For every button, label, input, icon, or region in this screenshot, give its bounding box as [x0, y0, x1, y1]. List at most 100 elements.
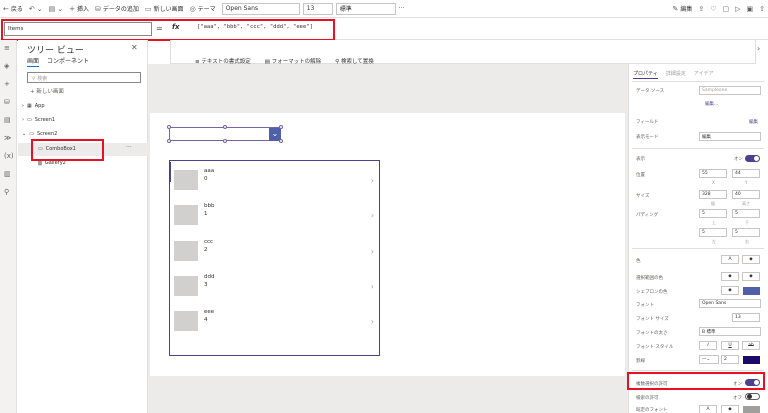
property-select[interactable]: Items [4, 22, 152, 36]
gallery-item[interactable]: ccc 2 › [174, 239, 378, 269]
padding-right-input[interactable]: 5 [732, 228, 760, 237]
chevron-font-color-button[interactable]: ◆ [721, 286, 739, 295]
search-icon[interactable]: ⚲ [4, 188, 9, 196]
publish-button[interactable]: ⇧ [756, 5, 768, 13]
preview-button[interactable]: ▷ [732, 5, 743, 13]
share-button[interactable]: ⇪ [695, 5, 707, 13]
health-button[interactable]: ♡ [707, 5, 719, 13]
paste-button[interactable]: ▤ ⌄ [46, 5, 67, 13]
more-options-icon[interactable]: ··· [126, 144, 132, 151]
position-x-input[interactable]: 55 [699, 169, 727, 178]
border-color-swatch[interactable] [743, 356, 760, 364]
resize-handle[interactable] [223, 125, 227, 129]
save-button[interactable]: ▣ [744, 5, 757, 13]
font-size-input[interactable]: 13 [732, 313, 760, 322]
font-size-select[interactable]: 13 [302, 2, 333, 15]
data-icon[interactable]: ⛁ [4, 98, 10, 106]
chevron-color-label: シェブロンの色 [636, 290, 668, 295]
edit-button[interactable]: ✎ 編集 [669, 4, 695, 14]
height-caption: 高さ [742, 201, 750, 206]
fx-button[interactable]: fx [172, 23, 180, 31]
width-input[interactable]: 328 [699, 190, 727, 199]
border-style-select[interactable]: —⌄ [699, 355, 719, 364]
selected-fill-color-button[interactable]: ◆ [742, 272, 760, 281]
new-screen-link[interactable]: + 新しい画面 [30, 87, 64, 95]
play-icon: ▷ [735, 4, 741, 13]
layers-icon[interactable]: ◈ [4, 62, 9, 70]
top-toolbar: ← 戻る ↶ ⌄ ▤ ⌄ + 挿入 ⛁ データの追加 ▭ 新しい画面 ◎ テーマ Open S… [0, 0, 768, 18]
selected-font-color-button[interactable]: ◆ [721, 272, 739, 281]
visible-toggle[interactable] [745, 155, 760, 162]
more-button[interactable]: ··· [396, 5, 408, 12]
position-y-input[interactable]: 44 [732, 169, 760, 178]
resize-handle[interactable] [167, 125, 171, 129]
border-width-input[interactable]: 2 [721, 355, 739, 364]
italic-button[interactable]: I [699, 341, 717, 350]
fields-label: フィールド [636, 120, 659, 125]
padding-bottom-input[interactable]: 5 [732, 209, 760, 218]
theme-button[interactable]: ◎ テーマ [187, 4, 219, 14]
properties-tabs: プロパティ 詳細設定 アイデア [633, 70, 713, 79]
tab-properties[interactable]: プロパティ [633, 70, 658, 79]
tree-node-screen1[interactable]: › ▭ Screen1 [22, 117, 55, 123]
back-button[interactable]: ← 戻る [0, 4, 26, 14]
gallery-item[interactable]: eee 4 › [174, 309, 378, 339]
display-mode-select[interactable]: 編集 [699, 132, 761, 141]
tab-advanced[interactable]: 詳細設定 [666, 70, 686, 79]
close-icon[interactable]: ✕ [131, 43, 138, 52]
resize-handle[interactable] [223, 139, 227, 143]
tree-node-screen2[interactable]: ⌄ ▭ Screen2 [22, 131, 57, 137]
font-weight-select[interactable]: B 標準 [699, 327, 761, 336]
font-select[interactable]: Open Sans [221, 2, 300, 15]
chevron-color-swatch[interactable] [743, 287, 760, 295]
tab-components[interactable]: コンポーネント [47, 56, 89, 67]
media-icon[interactable]: ▤ [4, 116, 11, 124]
padding-top-input[interactable]: 5 [699, 209, 727, 218]
search-allow-toggle[interactable] [745, 393, 760, 400]
multi-select-toggle[interactable] [745, 379, 760, 386]
font-select[interactable]: Open Sans [699, 299, 761, 308]
default-font-color-button[interactable]: A [699, 405, 717, 413]
fill-color-button[interactable]: ◆ [742, 255, 760, 264]
tree-node-app[interactable]: › ▦ App [22, 103, 45, 109]
resize-handle[interactable] [167, 139, 171, 143]
height-input[interactable]: 40 [732, 190, 760, 199]
default-color-swatch[interactable] [743, 406, 760, 413]
new-screen-button[interactable]: ▭ 新しい画面 [142, 4, 187, 14]
undo-button[interactable]: ↶ ⌄ [26, 5, 46, 13]
resize-handle[interactable] [279, 139, 283, 143]
insert-button[interactable]: + 挿入 [66, 4, 92, 14]
undo-icon: ↶ [28, 4, 35, 13]
add-data-button[interactable]: ⛁ データの追加 [92, 4, 142, 14]
variables-icon[interactable]: (x) [4, 152, 14, 160]
resize-handle[interactable] [279, 125, 283, 129]
font-weight-label: フォントの太さ [636, 331, 668, 336]
advanced-icon[interactable]: ≫ [4, 134, 11, 142]
data-source-edit-link[interactable]: 編集... [705, 101, 718, 107]
plus-icon[interactable]: + [4, 80, 10, 88]
tab-screens[interactable]: 画面 [27, 56, 40, 67]
formula-input[interactable]: ["aaa", "bbb", "ccc", "ddd", "eee"] [197, 23, 313, 39]
font-weight-select[interactable]: 標準 [335, 2, 396, 15]
position-label: 位置 [636, 173, 645, 178]
chevron-right-icon[interactable]: › [757, 44, 760, 53]
database-icon: ⛁ [95, 4, 101, 13]
tree-node-gallery2[interactable]: ▆ Gallery2 [38, 160, 66, 166]
gallery-item[interactable]: aaa 0 › [174, 168, 378, 198]
gallery-item[interactable]: ddd 3 › [174, 274, 378, 304]
menu-icon[interactable]: ≡ [4, 44, 10, 52]
gallery-item[interactable]: bbb 1 › [174, 203, 378, 233]
default-fill-color-button[interactable]: ◆ [721, 405, 739, 413]
underline-button[interactable]: U [721, 341, 739, 350]
tree-node-combobox1[interactable]: ▭ ComboBox1 [38, 146, 76, 152]
data-source-select[interactable]: Sampleone [699, 86, 761, 95]
strikethrough-button[interactable]: ab [742, 341, 760, 350]
paint-bucket-icon: ◆ [749, 274, 753, 279]
comments-button[interactable]: ▢ [719, 5, 732, 13]
tree-search-input[interactable]: ⚲ 検索 [27, 72, 141, 83]
font-color-button[interactable]: A [721, 255, 739, 264]
tab-ideas[interactable]: アイデア [694, 70, 714, 79]
padding-left-input[interactable]: 5 [699, 228, 727, 237]
fields-edit-link[interactable]: 編集 [749, 119, 758, 125]
tools-icon[interactable]: ▥ [4, 170, 11, 178]
